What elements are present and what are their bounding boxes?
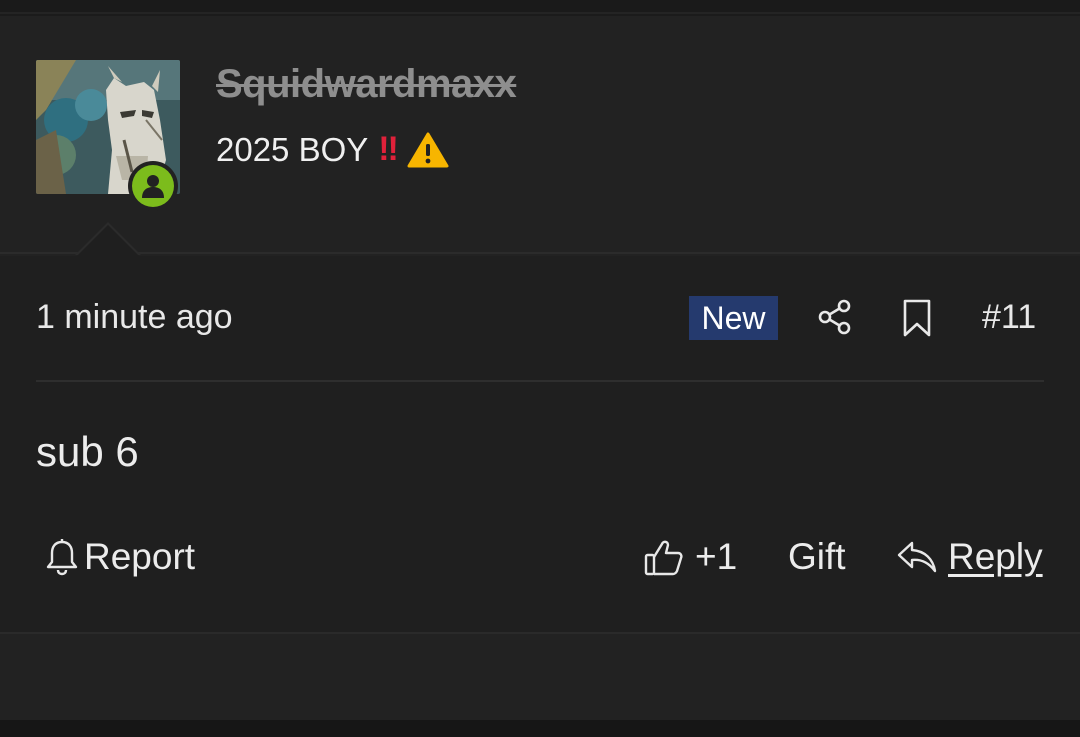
post-card: Squidwardmaxx 2025 BOY ‼ 1 minute ago Ne… [0,16,1080,634]
user-block: Squidwardmaxx 2025 BOY ‼ [0,16,1080,256]
post-actions: Report +1 Gift Reply [0,536,1080,596]
bell-icon [46,539,78,576]
post-body: 1 minute ago New #11 sub 6 Report +1 Gif… [0,256,1080,634]
warning-sign-icon [407,132,449,167]
user-title: 2025 BOY ‼ [216,130,449,169]
online-status-badge [128,161,178,211]
timestamp[interactable]: 1 minute ago [36,298,233,337]
reply-button[interactable]: Reply [896,536,1043,578]
thumbs-up-icon [644,540,683,576]
like-count: +1 [695,536,738,577]
footer-area [0,634,1080,720]
post-number[interactable]: #11 [982,298,1036,337]
bookmark-button[interactable] [898,298,936,338]
double-exclamation-icon: ‼ [378,130,398,168]
top-strip [0,0,1080,14]
post-content: sub 6 [36,428,139,475]
reply-label: Reply [948,536,1043,577]
meta-divider [36,380,1044,382]
username[interactable]: Squidwardmaxx [216,62,517,107]
post-meta-row: 1 minute ago New #11 [0,256,1080,380]
user-block-caret [75,222,141,256]
report-label: Report [84,536,196,577]
report-button[interactable]: Report [44,536,195,578]
gift-button[interactable]: Gift [788,536,846,578]
bottom-strip [0,720,1080,737]
user-title-text: 2025 BOY [216,130,369,168]
gift-label: Gift [788,536,846,577]
share-button[interactable] [816,298,854,336]
like-button[interactable]: +1 [643,536,737,578]
user-icon [142,175,164,198]
reply-icon [897,541,937,573]
page: Squidwardmaxx 2025 BOY ‼ 1 minute ago Ne… [0,0,1080,737]
new-badge: New [689,296,778,340]
bookmark-icon [903,299,931,337]
share-icon [818,299,851,335]
